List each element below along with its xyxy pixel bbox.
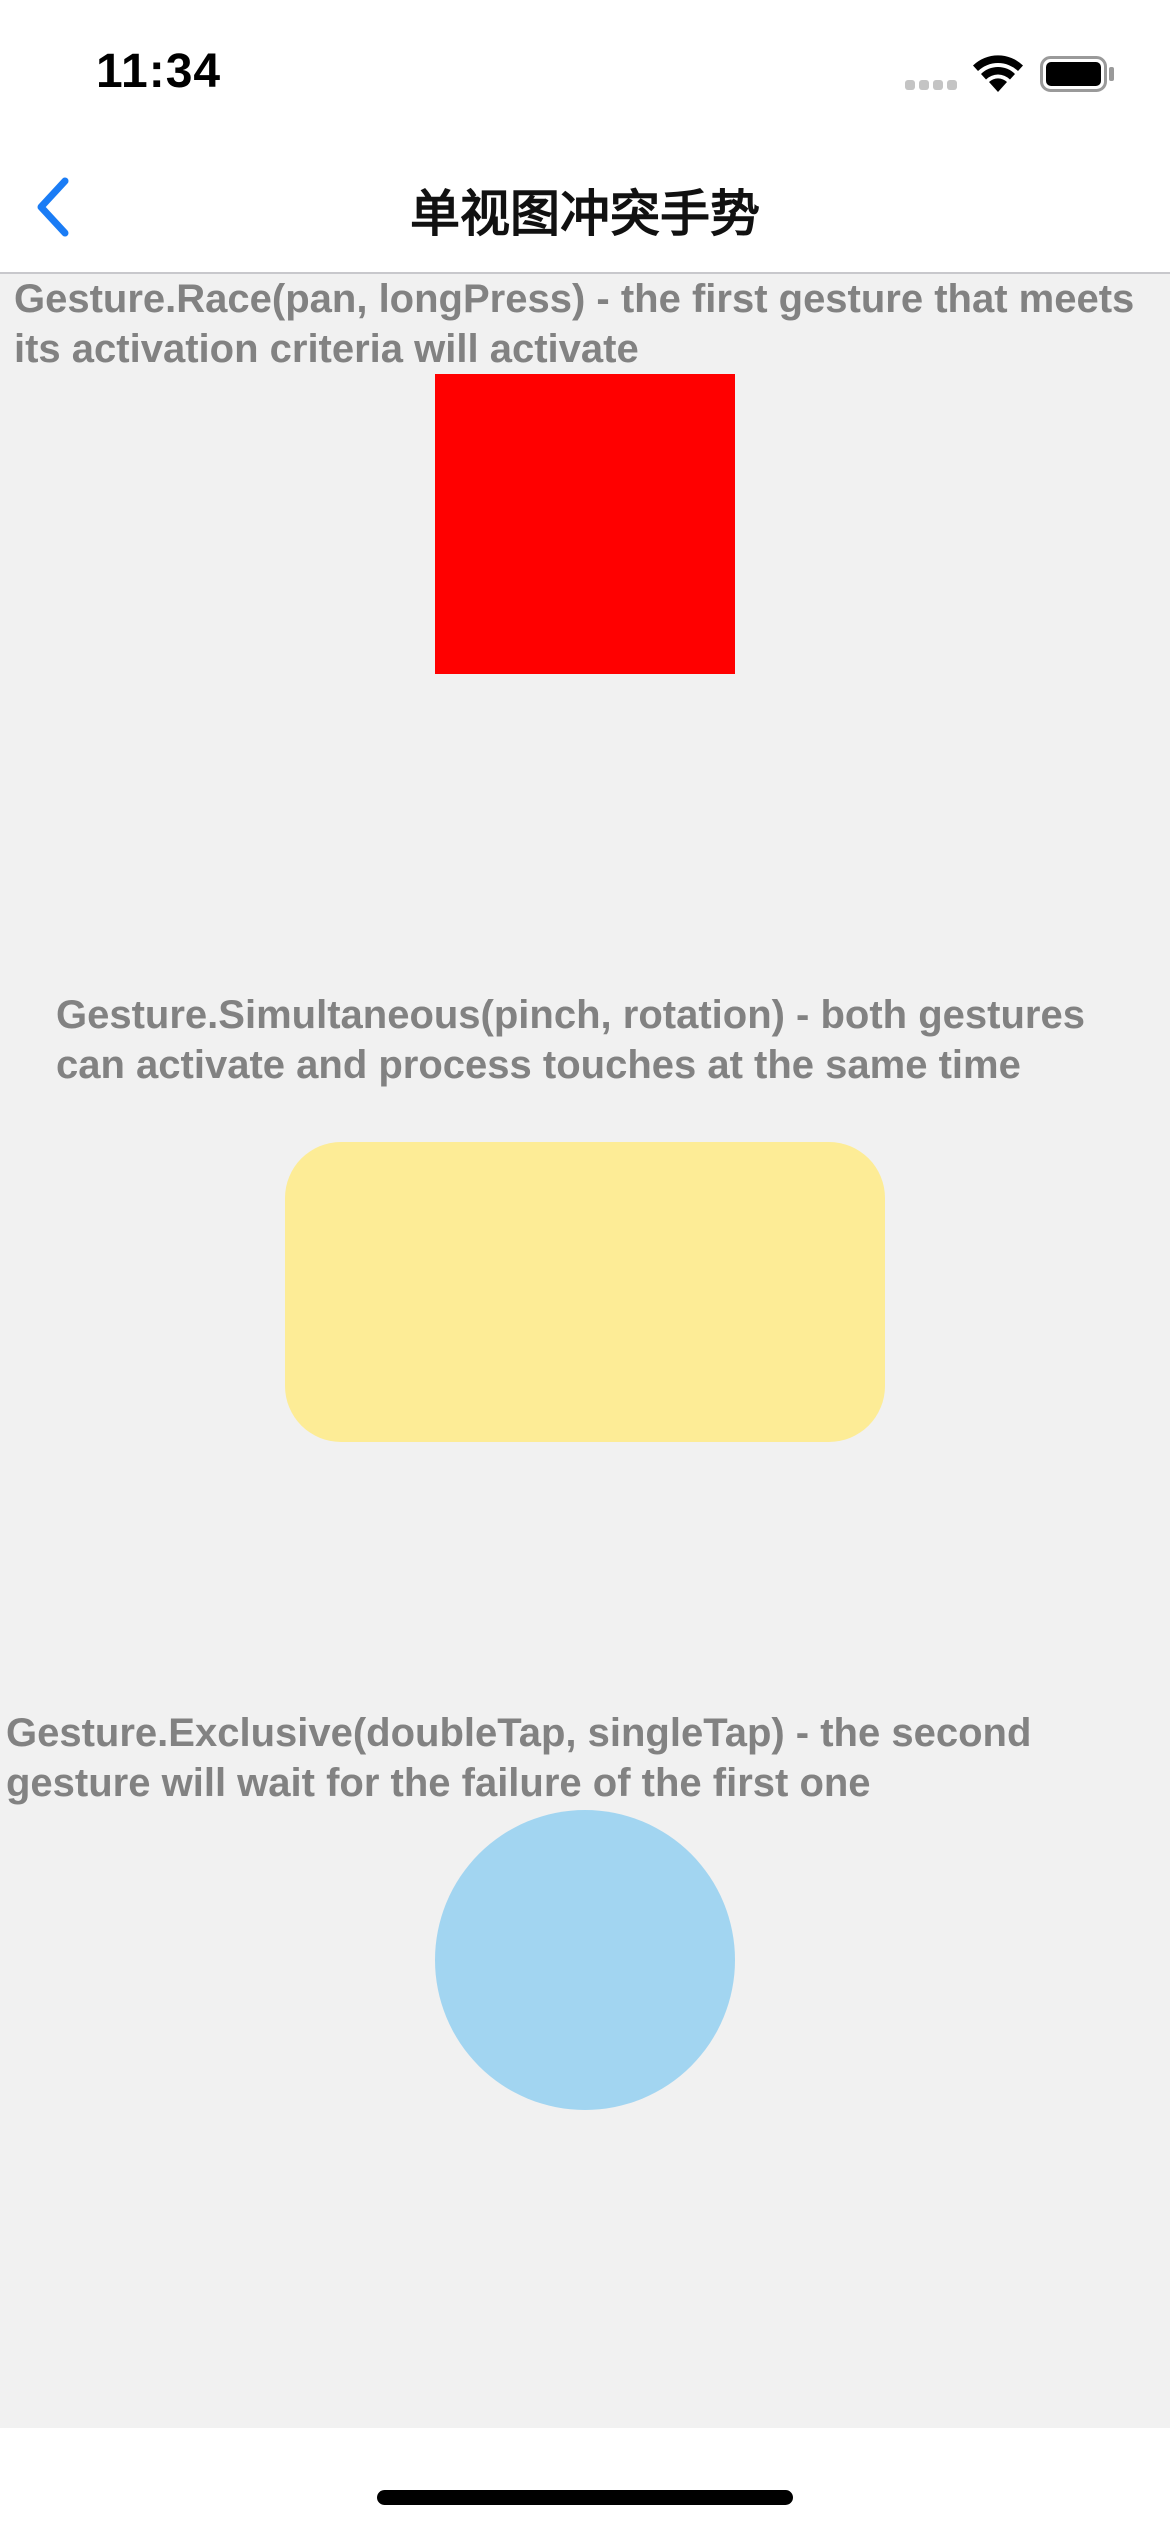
status-time: 11:34 <box>96 45 222 98</box>
exclusive-gesture-description: Gesture.Exclusive(doubleTap, singleTap) … <box>6 1711 1032 1805</box>
wifi-icon <box>973 55 1023 92</box>
bottom-safe-area <box>0 2428 1170 2532</box>
battery-icon <box>1040 56 1114 92</box>
status-bar: 11:34 <box>0 0 1170 150</box>
home-indicator[interactable] <box>377 2490 793 2505</box>
simultaneous-gesture-yellow-box[interactable] <box>285 1142 885 1442</box>
page-title: 单视图冲突手势 <box>410 185 760 243</box>
simultaneous-gesture-description: Gesture.Simultaneous(pinch, rotation) - … <box>56 993 1085 1087</box>
cellular-signal-icon <box>905 80 957 90</box>
navigation-bar: 单视图冲突手势 <box>0 150 1170 274</box>
race-gesture-description: Gesture.Race(pan, longPress) - the first… <box>14 277 1135 371</box>
race-gesture-red-square[interactable] <box>435 374 735 674</box>
content-area: Gesture.Race(pan, longPress) - the first… <box>0 274 1170 2428</box>
exclusive-gesture-blue-circle[interactable] <box>435 1810 735 2110</box>
